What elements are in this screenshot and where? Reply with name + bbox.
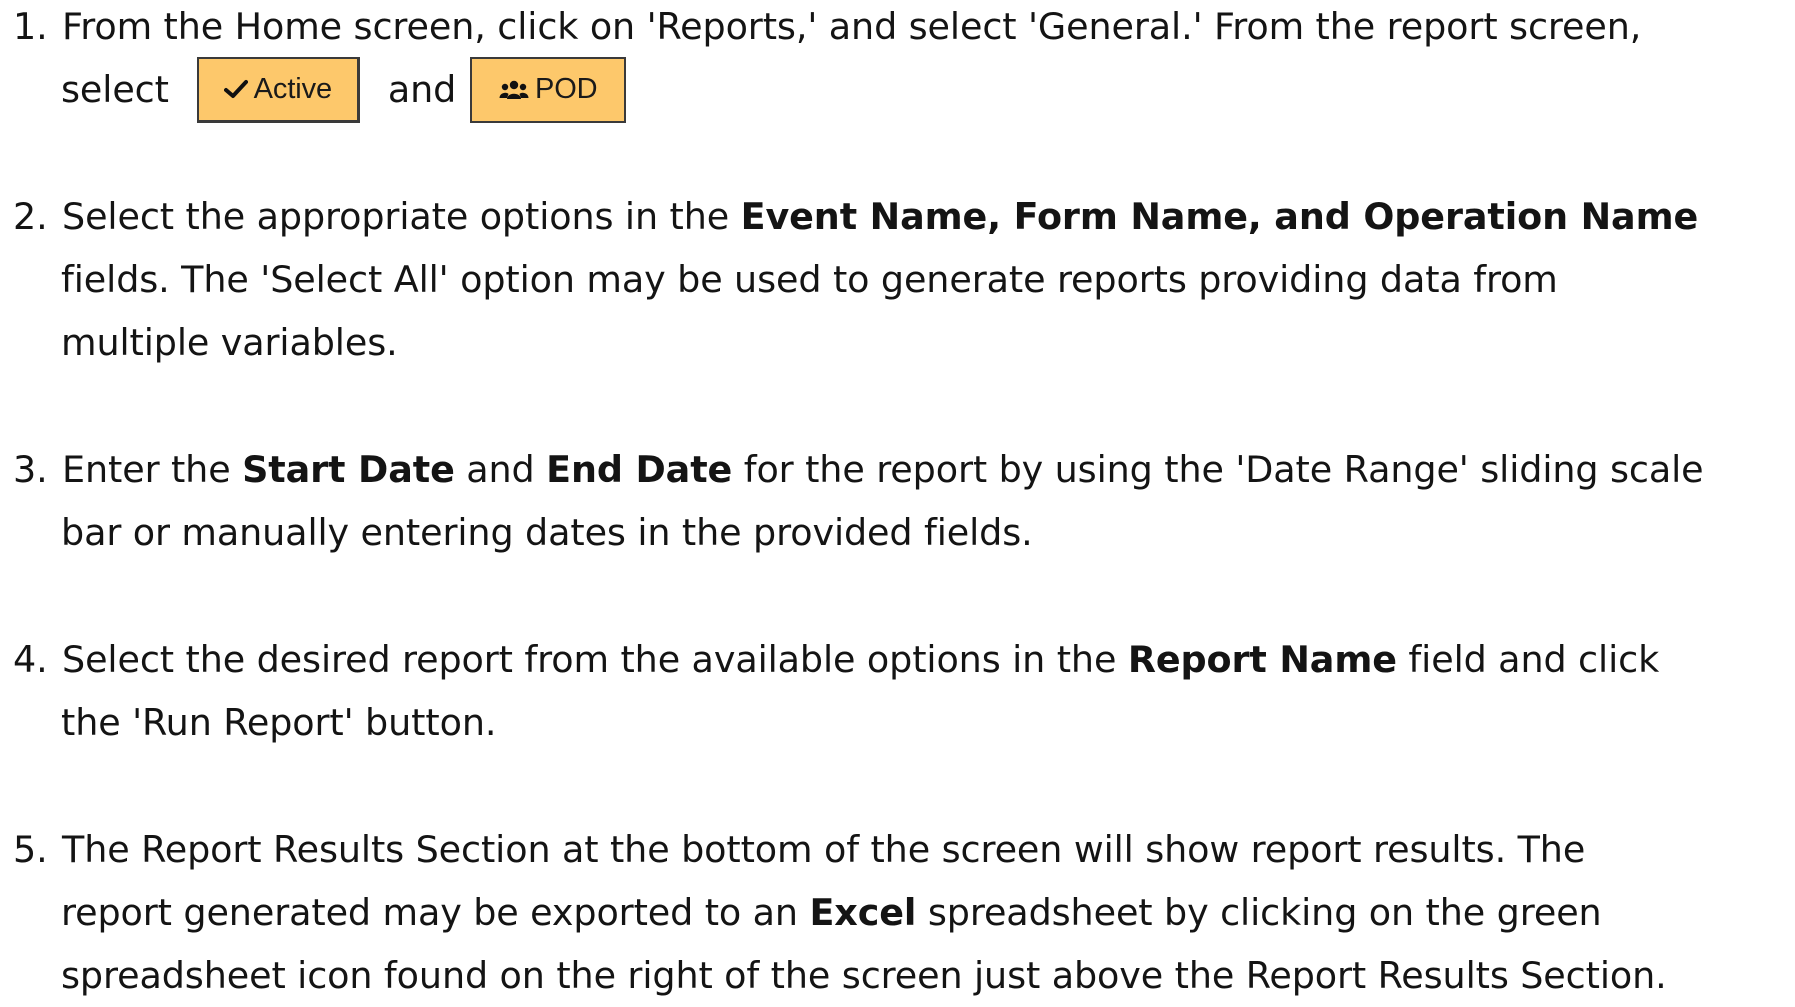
step-3-line-1: 3. Enter the Start Date and End Date for…: [0, 438, 1795, 501]
pod-button[interactable]: POD: [470, 56, 627, 123]
pod-button-label: POD: [534, 73, 598, 105]
step-text: report generated may be exported to an: [61, 891, 810, 934]
step-4-line-2: the 'Run Report' button.: [0, 691, 1795, 754]
step-text: From the Home screen, click on 'Reports,…: [62, 5, 1642, 48]
field-names: Event Name, Form Name, and Operation Nam…: [740, 195, 1699, 238]
step-2: 2. Select the appropriate options in the…: [0, 185, 1795, 374]
step-4-line-1: 4. Select the desired report from the av…: [0, 628, 1795, 691]
step-2-line-2: fields. The 'Select All' option may be u…: [0, 248, 1795, 311]
step-2-line-3: multiple variables.: [0, 311, 1795, 374]
step-text: multiple variables.: [61, 321, 398, 364]
start-date-label: Start Date: [242, 448, 455, 491]
step-number: 1.: [13, 5, 48, 48]
step-text: spreadsheet icon found on the right of t…: [61, 954, 1667, 997]
step-text: field and click: [1396, 638, 1660, 681]
step-number: 4.: [13, 638, 48, 681]
step-4: 4. Select the desired report from the av…: [0, 628, 1795, 754]
step-text: select: [61, 68, 169, 111]
step-text: The Report Results Section at the bottom…: [62, 828, 1586, 871]
active-button[interactable]: Active: [196, 56, 360, 123]
step-number: 5.: [13, 828, 48, 871]
step-text: and: [387, 68, 457, 111]
step-2-line-1: 2. Select the appropriate options in the…: [0, 185, 1795, 248]
step-3-line-2: bar or manually entering dates in the pr…: [0, 501, 1795, 564]
step-text: the 'Run Report' button.: [61, 701, 497, 744]
excel-label: Excel: [809, 891, 917, 934]
step-5: 5. The Report Results Section at the bot…: [0, 818, 1795, 1007]
step-3: 3. Enter the Start Date and End Date for…: [0, 438, 1795, 564]
step-text: for the report by using the 'Date Range'…: [732, 448, 1704, 491]
step-1-line-2: select Active and POD: [0, 56, 1795, 123]
instructions-document: 1. From the Home screen, click on 'Repor…: [0, 0, 1795, 997]
step-text: Enter the: [62, 448, 243, 491]
step-text: and: [454, 448, 547, 491]
step-5-line-1: 5. The Report Results Section at the bot…: [0, 818, 1795, 881]
step-text: Select the appropriate options in the: [62, 195, 741, 238]
checkmark-icon: [223, 79, 248, 99]
step-number: 2.: [13, 195, 48, 238]
step-5-line-3: spreadsheet icon found on the right of t…: [0, 944, 1795, 1007]
active-button-label: Active: [253, 72, 333, 105]
end-date-label: End Date: [546, 448, 733, 491]
step-text: bar or manually entering dates in the pr…: [61, 511, 1033, 554]
step-1-line-1: 1. From the Home screen, click on 'Repor…: [0, 0, 1795, 58]
step-text: Select the desired report from the avail…: [62, 638, 1128, 681]
users-group-icon: [499, 79, 529, 101]
step-text: fields. The 'Select All' option may be u…: [61, 258, 1558, 301]
step-5-line-2: report generated may be exported to an E…: [0, 881, 1795, 944]
step-number: 3.: [13, 448, 48, 491]
step-1: 1. From the Home screen, click on 'Repor…: [0, 0, 1795, 123]
step-text: spreadsheet by clicking on the green: [916, 891, 1602, 934]
report-name-label: Report Name: [1127, 638, 1397, 681]
